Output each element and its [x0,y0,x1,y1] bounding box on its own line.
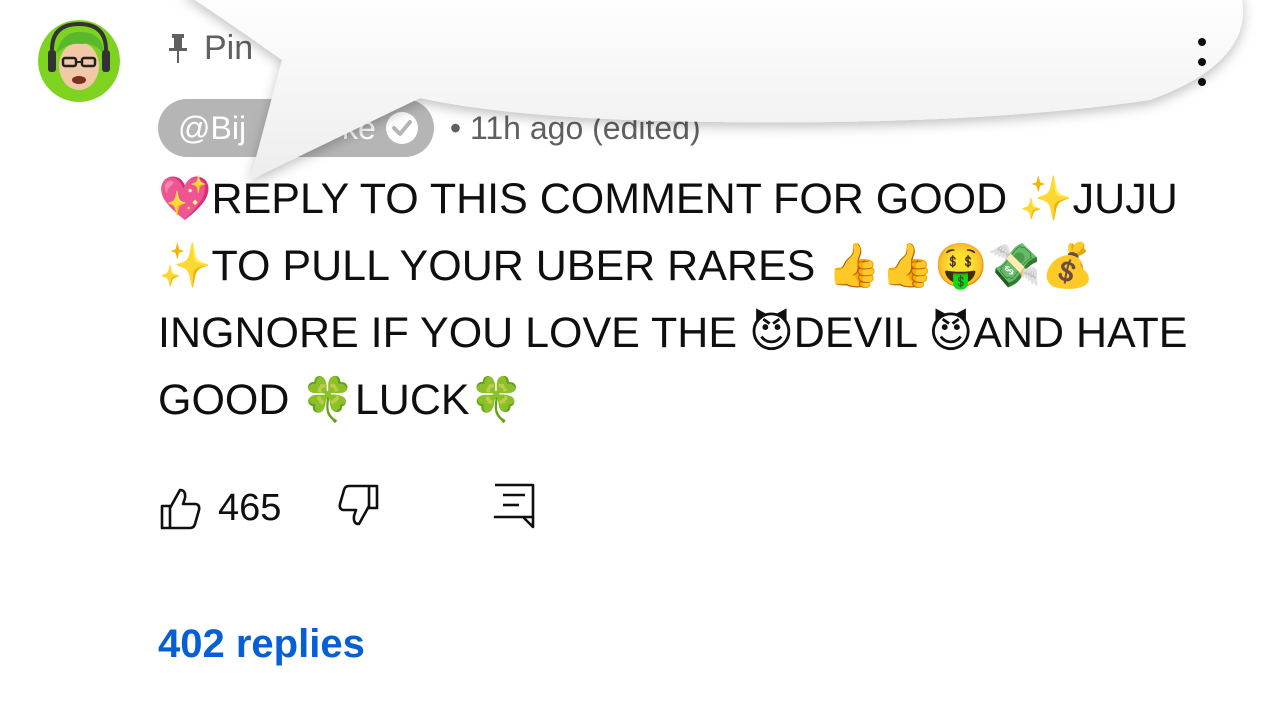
verified-check-icon [385,112,418,144]
comment-actions: 465 [156,478,537,538]
author-handle: @Bij [178,109,247,146]
view-replies-link[interactable]: 402 replies [158,622,365,667]
more-options-button[interactable] [1182,36,1222,88]
avatar-image [38,20,120,102]
avatar[interactable] [38,20,120,102]
thumbs-down-icon [338,484,379,525]
more-vertical-icon [1198,38,1206,46]
comment-header: @Bij ke • 11h ago (edited) [158,99,701,157]
reply-button[interactable] [491,481,537,536]
reply-comment-icon [494,483,535,528]
dislike-button[interactable] [335,482,383,535]
pinned-indicator: Pin [166,26,253,70]
comment-timestamp: • 11h ago (edited) [449,109,701,146]
pin-icon [169,34,187,63]
pinned-label: Pin [204,28,254,67]
comment-text: 💖REPLY TO THIS COMMENT FOR GOOD ✨JUJU ✨T… [158,175,1188,424]
author-handle-suffix: ke [342,109,376,146]
like-button[interactable]: 465 [156,484,281,532]
author-handle-chip[interactable]: @Bij ke [158,99,434,157]
thumbs-up-icon [160,488,201,530]
like-count: 465 [218,486,282,529]
